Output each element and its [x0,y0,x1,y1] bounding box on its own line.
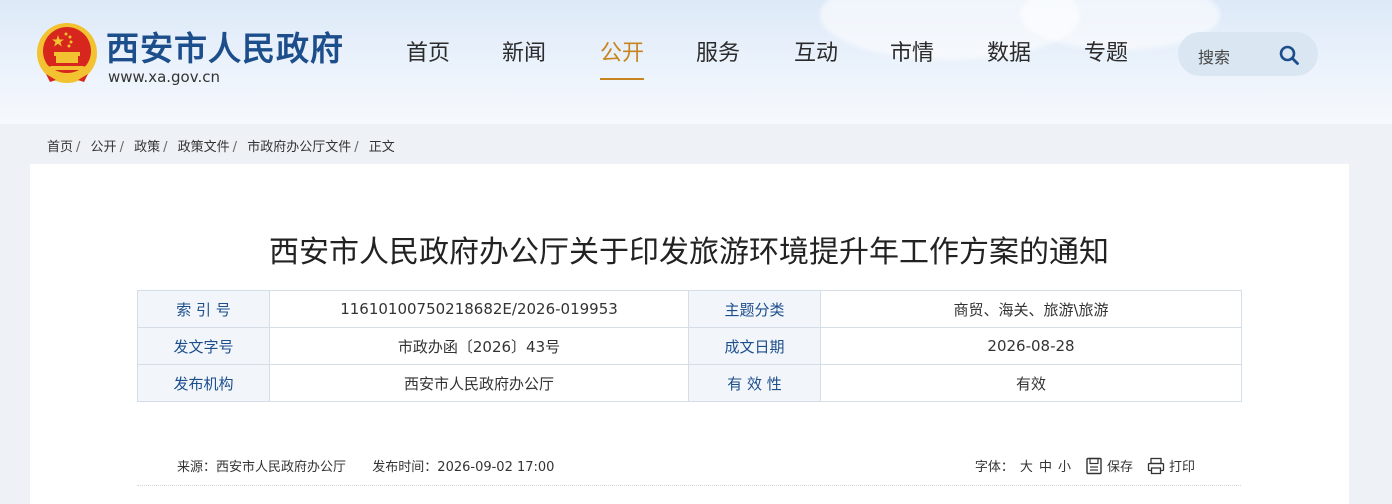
breadcrumb-office-docs[interactable]: 市政府办公厅文件 [247,140,351,155]
print-icon[interactable] [1147,457,1165,475]
save-icon[interactable] [1085,457,1103,475]
meta-label: 发文字号 [137,327,270,365]
breadcrumb-home[interactable]: 首页 [47,140,73,155]
font-size-medium-button[interactable]: 中 [1039,456,1052,475]
meta-label: 成文日期 [688,327,821,365]
breadcrumb: 首页 / 公开 / 政策 / 政策文件 / 市政府办公厅文件 / 正文 [47,140,395,155]
breadcrumb-current: 正文 [368,140,395,155]
meta-label: 主题分类 [688,290,821,328]
breadcrumb-disclosure[interactable]: 公开 [91,140,117,155]
table-row: 发文字号 市政办函〔2026〕43号 成文日期 2026-08-28 [137,327,1242,365]
breadcrumb-policy-docs[interactable]: 政策文件 [178,140,230,155]
nav-item-home[interactable]: 首页 [406,38,450,78]
nav-item-topics[interactable]: 专题 [1084,38,1128,78]
article-tools: 字体： 大 中 小 保存 打印 [975,456,1195,475]
meta-value: 有效 [820,364,1242,402]
search-label[interactable]: 搜索 [1198,44,1230,68]
meta-value: 西安市人民政府办公厅 [269,364,689,402]
nav-item-interaction[interactable]: 互动 [794,38,838,78]
meta-label: 发布机构 [137,364,270,402]
meta-value: 11610100750218682E/2026-019953 [269,290,689,328]
publish-time: 发布时间：2026-09-02 17:00 [372,460,555,475]
article-source: 来源：西安市人民政府办公厅 [177,460,347,475]
nav-item-data[interactable]: 数据 [987,38,1031,78]
nav-item-services[interactable]: 服务 [696,38,740,78]
divider [137,485,1241,486]
nav-item-city-info[interactable]: 市情 [890,38,934,78]
nav-item-disclosure[interactable]: 公开 [600,38,645,80]
font-size-label: 字体： [974,460,1014,475]
breadcrumb-policy[interactable]: 政策 [134,140,160,155]
print-button[interactable]: 打印 [1169,456,1195,475]
document-meta-table: 索 引 号 11610100750218682E/2026-019953 主题分… [137,290,1242,402]
meta-value: 商贸、海关、旅游\旅游 [820,290,1242,328]
page-title: 西安市人民政府办公厅关于印发旅游环境提升年工作方案的通知 [269,235,1109,270]
meta-value: 市政办函〔2026〕43号 [269,327,689,365]
site-url[interactable]: www.xa.gov.cn [108,68,220,86]
table-row: 索 引 号 11610100750218682E/2026-019953 主题分… [137,290,1242,328]
table-row: 发布机构 西安市人民政府办公厅 有 效 性 有效 [137,364,1242,402]
meta-label: 索 引 号 [137,290,270,328]
site-name[interactable]: 西安市人民政府 [106,22,344,70]
save-button[interactable]: 保存 [1107,456,1133,475]
font-size-small-button[interactable]: 小 [1058,456,1071,475]
article-source-line: 来源：西安市人民政府办公厅 发布时间：2026-09-02 17:00 [177,456,554,475]
search-icon[interactable] [1278,44,1300,66]
national-emblem-icon [37,23,97,83]
site-header: 西安市人民政府 www.xa.gov.cn 首页 新闻 公开 服务 互动 市情 … [0,0,1392,124]
font-size-large-button[interactable]: 大 [1020,456,1033,475]
search-box[interactable]: 搜索 [1178,32,1318,76]
meta-label: 有 效 性 [688,364,821,402]
nav-item-news[interactable]: 新闻 [502,38,546,78]
meta-value: 2026-08-28 [820,327,1242,365]
